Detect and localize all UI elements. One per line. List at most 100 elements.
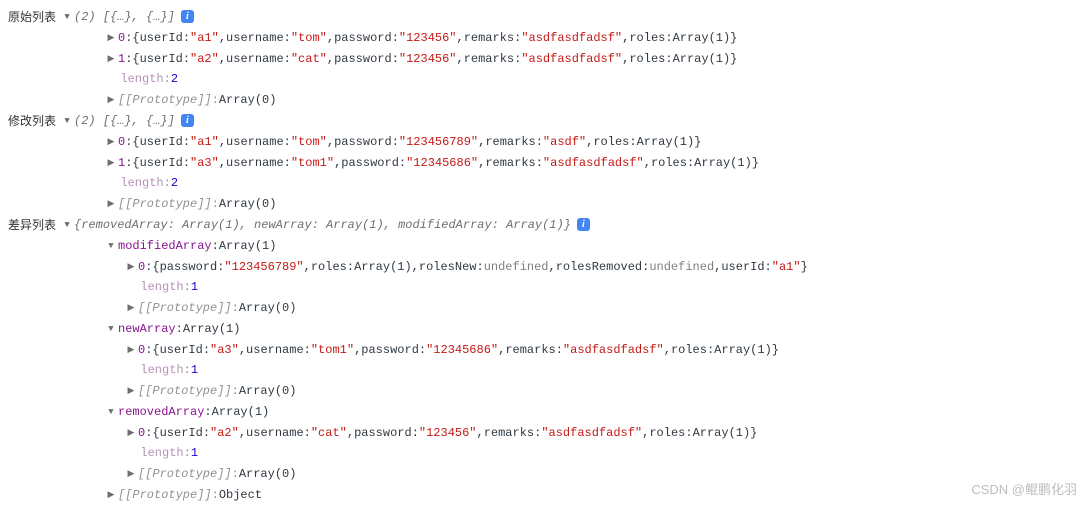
object-key: roles: bbox=[311, 257, 354, 277]
object-summary: {removedArray: Array(1), newArray: Array… bbox=[74, 215, 571, 235]
object-value: "a1" bbox=[772, 257, 801, 277]
prototype-key: [[Prototype]] bbox=[138, 464, 232, 484]
expand-toggle[interactable] bbox=[126, 422, 136, 443]
property-row: removedArray: Array(1) bbox=[8, 401, 1083, 422]
expand-toggle[interactable] bbox=[106, 401, 116, 422]
expand-toggle[interactable] bbox=[126, 256, 136, 277]
object-key: username: bbox=[246, 423, 311, 443]
object-key: remarks: bbox=[485, 153, 543, 173]
expand-toggle[interactable] bbox=[126, 380, 136, 401]
expand-toggle[interactable] bbox=[106, 193, 116, 214]
section-header: 差异列表 {removedArray: Array(1), newArray: A… bbox=[8, 214, 1083, 235]
object-key: userId: bbox=[721, 257, 771, 277]
length-value: 1 bbox=[191, 443, 198, 463]
expand-toggle[interactable] bbox=[126, 297, 136, 318]
prototype-value: Array(0) bbox=[239, 381, 297, 401]
prototype-value: Array(0) bbox=[239, 298, 297, 318]
object-value: "asdfasdfadsf" bbox=[563, 340, 664, 360]
object-value: "123456" bbox=[419, 423, 477, 443]
expand-toggle[interactable] bbox=[106, 152, 116, 173]
object-value: "12345686" bbox=[406, 153, 478, 173]
length-value: 1 bbox=[191, 277, 198, 297]
object-value: "a1" bbox=[190, 28, 219, 48]
object-key: userId: bbox=[160, 423, 210, 443]
expand-toggle[interactable] bbox=[126, 339, 136, 360]
array-item: 0: {userId: "a2", username: "cat", passw… bbox=[8, 422, 1083, 443]
expand-toggle[interactable] bbox=[62, 6, 72, 27]
object-value: "asdfasdfadsf" bbox=[521, 49, 622, 69]
prototype-row: [[Prototype]]: Array(0) bbox=[8, 380, 1083, 401]
expand-toggle[interactable] bbox=[62, 214, 72, 235]
object-value: "123456789" bbox=[224, 257, 303, 277]
prototype-value: Array(0) bbox=[219, 194, 277, 214]
expand-toggle[interactable] bbox=[106, 27, 116, 48]
expand-toggle[interactable] bbox=[106, 235, 116, 256]
object-key: password: bbox=[160, 257, 225, 277]
section-label: 原始列表 bbox=[8, 7, 56, 27]
object-value: "a3" bbox=[210, 340, 239, 360]
length-key: length bbox=[120, 173, 163, 193]
expand-toggle[interactable] bbox=[106, 131, 116, 152]
info-icon[interactable]: i bbox=[181, 10, 194, 23]
prototype-row: [[Prototype]]: Array(0) bbox=[8, 193, 1083, 214]
length-row: length: 1 bbox=[8, 277, 1083, 297]
property-value: Array(1) bbox=[183, 319, 241, 339]
object-value: Array(1) bbox=[693, 423, 751, 443]
object-key: userId: bbox=[160, 340, 210, 360]
object-key: roles: bbox=[651, 153, 694, 173]
array-index: 0 bbox=[138, 423, 145, 443]
length-key: length bbox=[140, 443, 183, 463]
object-value: "asdfasdfadsf" bbox=[541, 423, 642, 443]
prototype-value: Array(0) bbox=[239, 464, 297, 484]
object-value: "cat" bbox=[311, 423, 347, 443]
array-item: 0: {userId: "a1", username: "tom", passw… bbox=[8, 131, 1083, 152]
info-icon[interactable]: i bbox=[181, 114, 194, 127]
object-value: "tom1" bbox=[291, 153, 334, 173]
expand-toggle[interactable] bbox=[106, 484, 116, 505]
expand-toggle[interactable] bbox=[62, 110, 72, 131]
object-key: userId: bbox=[140, 132, 190, 152]
section-header: 原始列表(2) [{…}, {…}]i bbox=[8, 6, 1083, 27]
length-row: length: 1 bbox=[8, 443, 1083, 463]
object-key: username: bbox=[226, 49, 291, 69]
array-item: 1: {userId: "a3", username: "tom1", pass… bbox=[8, 152, 1083, 173]
object-value: Array(1) bbox=[354, 257, 412, 277]
object-value: "12345686" bbox=[426, 340, 498, 360]
object-value: "asdf" bbox=[543, 132, 586, 152]
expand-toggle[interactable] bbox=[106, 89, 116, 110]
info-icon[interactable]: i bbox=[577, 218, 590, 231]
expand-toggle[interactable] bbox=[106, 318, 116, 339]
property-value: Array(1) bbox=[212, 402, 270, 422]
object-value: "a2" bbox=[190, 49, 219, 69]
object-key: rolesNew: bbox=[419, 257, 484, 277]
expand-toggle[interactable] bbox=[126, 463, 136, 484]
expand-toggle[interactable] bbox=[106, 48, 116, 69]
object-key: username: bbox=[226, 28, 291, 48]
prototype-key: [[Prototype]] bbox=[138, 381, 232, 401]
object-value: undefined bbox=[649, 257, 714, 277]
array-index: 1 bbox=[118, 153, 125, 173]
array-item: 0: {userId: "a1", username: "tom", passw… bbox=[8, 27, 1083, 48]
object-value: Array(1) bbox=[637, 132, 695, 152]
object-key: password: bbox=[334, 49, 399, 69]
object-value: undefined bbox=[484, 257, 549, 277]
object-value: "asdfasdfadsf" bbox=[521, 28, 622, 48]
object-key: remarks: bbox=[464, 49, 522, 69]
array-summary: (2) [{…}, {…}] bbox=[74, 111, 175, 131]
length-row: length: 1 bbox=[8, 360, 1083, 380]
length-row: length: 2 bbox=[8, 69, 1083, 89]
section-label: 差异列表 bbox=[8, 215, 56, 235]
object-key: remarks: bbox=[484, 423, 542, 443]
object-key: remarks: bbox=[505, 340, 563, 360]
length-key: length bbox=[140, 360, 183, 380]
object-key: username: bbox=[226, 153, 291, 173]
prototype-key: [[Prototype]] bbox=[118, 194, 212, 214]
object-key: rolesRemoved: bbox=[556, 257, 650, 277]
property-key: modifiedArray bbox=[118, 236, 212, 256]
object-value: "a2" bbox=[210, 423, 239, 443]
prototype-row: [[Prototype]]: Array(0) bbox=[8, 463, 1083, 484]
object-key: password: bbox=[341, 153, 406, 173]
property-key: removedArray bbox=[118, 402, 204, 422]
property-row: newArray: Array(1) bbox=[8, 318, 1083, 339]
object-value: "asdfasdfadsf" bbox=[543, 153, 644, 173]
